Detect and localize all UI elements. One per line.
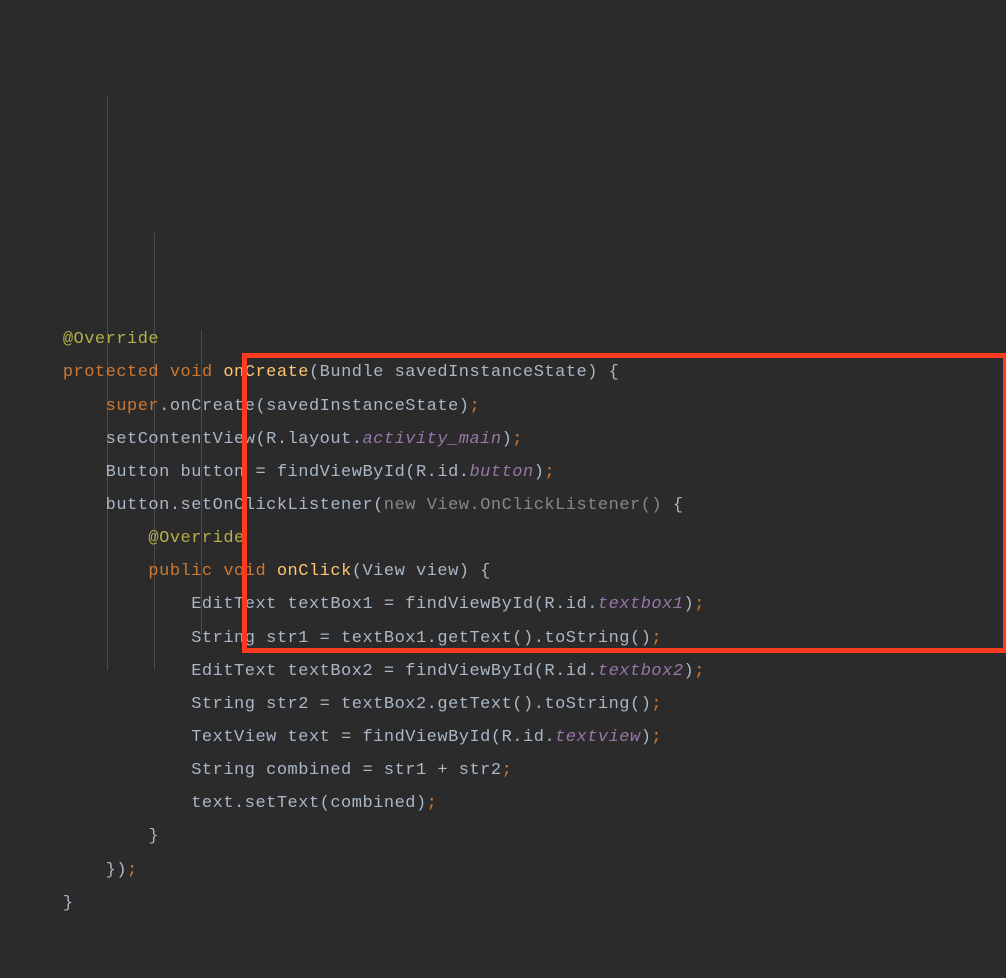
brace-paren-close: }) bbox=[106, 861, 127, 880]
code-line-1: @Override bbox=[20, 323, 1006, 356]
class-onclicklistener: View.OnClickListener() bbox=[427, 496, 662, 515]
kw-super: super bbox=[106, 397, 160, 416]
code-line-14: String combined = str1 + str2; bbox=[20, 754, 1006, 787]
semicolon: ; bbox=[470, 397, 481, 416]
code-content[interactable]: @Override protected void onCreate(Bundle… bbox=[20, 323, 1006, 920]
method-onclick: onClick bbox=[277, 562, 352, 581]
code-line-3: super.onCreate(savedInstanceState); bbox=[20, 390, 1006, 423]
method-onCreate: onCreate bbox=[223, 363, 309, 382]
field-textbox1: textbox1 bbox=[598, 595, 684, 614]
code-line-16: } bbox=[20, 820, 1006, 853]
call-super-oncreate: .onCreate(savedInstanceState) bbox=[159, 397, 469, 416]
paren-close: ) bbox=[684, 662, 695, 681]
code-line-11: EditText textBox2 = findViewById(R.id.te… bbox=[20, 655, 1006, 688]
brace-close: } bbox=[148, 827, 159, 846]
decl-textbox1: EditText textBox1 = findViewById(R.id. bbox=[191, 595, 598, 614]
semicolon: ; bbox=[427, 794, 438, 813]
code-line-4: setContentView(R.layout.activity_main); bbox=[20, 423, 1006, 456]
paren-close: ) bbox=[684, 595, 695, 614]
params-onclick: (View view) { bbox=[352, 562, 491, 581]
field-textview: textview bbox=[555, 728, 641, 747]
decl-str2: String str2 = textBox2.getText().toStrin… bbox=[191, 695, 651, 714]
semicolon: ; bbox=[694, 662, 705, 681]
call-settext: text.setText(combined) bbox=[191, 794, 426, 813]
paren-close: ) bbox=[502, 430, 513, 449]
code-line-18: } bbox=[20, 887, 1006, 920]
semicolon: ; bbox=[651, 695, 662, 714]
paren-close: ) bbox=[641, 728, 652, 747]
paren-close: ) bbox=[534, 463, 545, 482]
kw-protected: protected bbox=[63, 363, 159, 382]
semicolon: ; bbox=[127, 861, 138, 880]
decl-textbox2: EditText textBox2 = findViewById(R.id. bbox=[191, 662, 598, 681]
semicolon: ; bbox=[651, 629, 662, 648]
semicolon: ; bbox=[512, 430, 523, 449]
field-activity-main: activity_main bbox=[362, 430, 501, 449]
semicolon: ; bbox=[502, 761, 513, 780]
decl-combined: String combined = str1 + str2 bbox=[191, 761, 501, 780]
semicolon: ; bbox=[651, 728, 662, 747]
code-line-17: }); bbox=[20, 854, 1006, 887]
kw-void: void bbox=[170, 363, 213, 382]
code-line-8: public void onClick(View view) { bbox=[20, 555, 1006, 588]
code-line-10: String str1 = textBox1.getText().toStrin… bbox=[20, 622, 1006, 655]
code-line-15: text.setText(combined); bbox=[20, 787, 1006, 820]
field-textbox2: textbox2 bbox=[598, 662, 684, 681]
call-setcontentview: setContentView(R.layout. bbox=[106, 430, 363, 449]
call-setonclick: button.setOnClickListener( bbox=[106, 496, 384, 515]
annotation-override-inner: @Override bbox=[148, 529, 244, 548]
kw-void: void bbox=[223, 562, 266, 581]
code-line-2: protected void onCreate(Bundle savedInst… bbox=[20, 356, 1006, 389]
brace-close-outer: } bbox=[63, 894, 74, 913]
kw-new: new bbox=[384, 496, 427, 515]
code-editor[interactable]: @Override protected void onCreate(Bundle… bbox=[20, 25, 1006, 953]
params: (Bundle savedInstanceState) { bbox=[309, 363, 619, 382]
brace-open: { bbox=[662, 496, 683, 515]
code-line-13: TextView text = findViewById(R.id.textvi… bbox=[20, 721, 1006, 754]
code-line-5: Button button = findViewById(R.id.button… bbox=[20, 456, 1006, 489]
semicolon: ; bbox=[694, 595, 705, 614]
annotation-override: @Override bbox=[63, 330, 159, 349]
code-line-12: String str2 = textBox2.getText().toStrin… bbox=[20, 688, 1006, 721]
semicolon: ; bbox=[544, 463, 555, 482]
kw-public: public bbox=[148, 562, 212, 581]
decl-button: Button button = findViewById(R.id. bbox=[106, 463, 470, 482]
decl-textview: TextView text = findViewById(R.id. bbox=[191, 728, 555, 747]
code-line-7: @Override bbox=[20, 522, 1006, 555]
field-button: button bbox=[469, 463, 533, 482]
code-line-9: EditText textBox1 = findViewById(R.id.te… bbox=[20, 588, 1006, 621]
code-line-6: button.setOnClickListener(new View.OnCli… bbox=[20, 489, 1006, 522]
decl-str1: String str1 = textBox1.getText().toStrin… bbox=[191, 629, 651, 648]
